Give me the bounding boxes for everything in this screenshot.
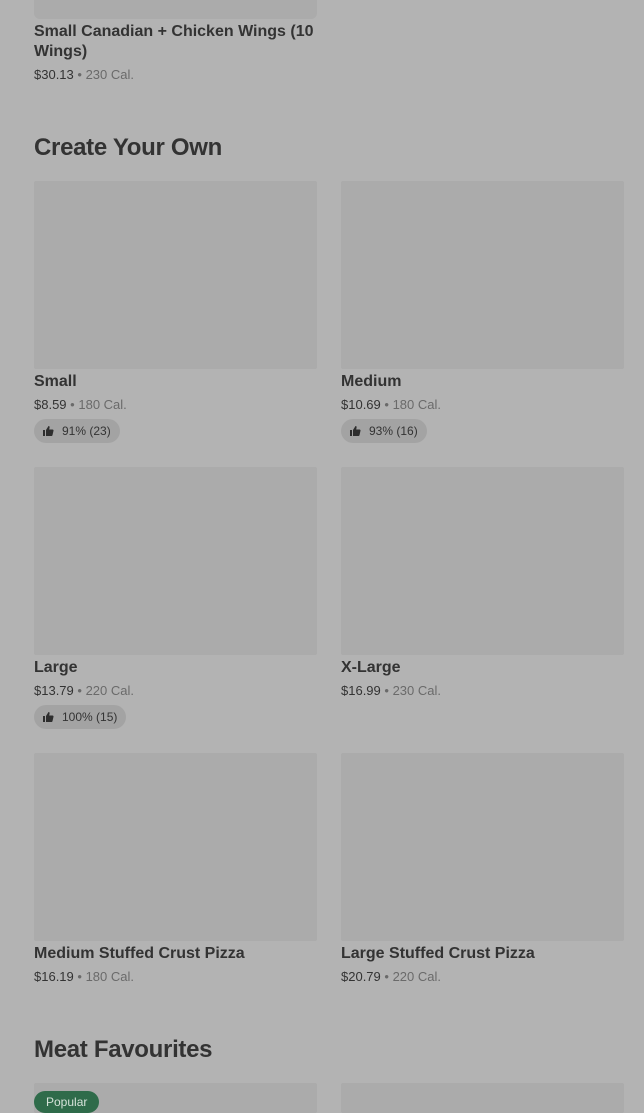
item-price: $30.13 (34, 67, 74, 82)
item-image[interactable] (34, 467, 317, 655)
separator: • (384, 683, 389, 698)
item-name[interactable]: Medium Stuffed Crust Pizza (34, 944, 245, 964)
item-image[interactable] (34, 753, 317, 941)
item-name[interactable]: Large Stuffed Crust Pizza (341, 944, 535, 964)
item-calories: 230 Cal. (85, 67, 134, 82)
item-calories: 230 Cal. (392, 683, 441, 698)
separator: • (70, 397, 75, 412)
separator: • (384, 397, 389, 412)
rating-badge: 91% (23) (34, 419, 120, 443)
item-meta: $8.59 • 180 Cal. (34, 397, 127, 413)
item-name[interactable]: Small (34, 372, 77, 392)
item-image[interactable] (341, 467, 624, 655)
rating-text: 91% (23) (62, 424, 111, 438)
item-price: $10.69 (341, 397, 381, 412)
item-image[interactable] (34, 181, 317, 369)
item-meta: $13.79 • 220 Cal. (34, 683, 134, 699)
item-calories: 220 Cal. (85, 683, 134, 698)
thumbs-up-icon (350, 426, 361, 436)
rating-text: 93% (16) (369, 424, 418, 438)
thumbs-up-icon (43, 426, 54, 436)
section-title: Create Your Own (34, 134, 222, 161)
separator: • (384, 969, 389, 984)
item-price: $16.99 (341, 683, 381, 698)
item-name[interactable]: X-Large (341, 658, 401, 678)
item-meta: $20.79 • 220 Cal. (341, 969, 441, 985)
item-meta: $16.99 • 230 Cal. (341, 683, 441, 699)
item-image[interactable] (34, 0, 317, 19)
separator: • (77, 969, 82, 984)
rating-text: 100% (15) (62, 710, 118, 724)
item-calories: 220 Cal. (392, 969, 441, 984)
item-image[interactable] (341, 1083, 624, 1113)
menu-page: Small Canadian + Chicken Wings (10 Wings… (0, 0, 644, 1113)
rating-badge: 100% (15) (34, 705, 127, 729)
separator: • (77, 67, 82, 82)
item-image[interactable] (341, 753, 624, 941)
item-meta: $30.13 • 230 Cal. (34, 67, 134, 83)
item-price: $20.79 (341, 969, 381, 984)
item-name[interactable]: Large (34, 658, 78, 678)
item-name[interactable]: Medium (341, 372, 401, 392)
item-price: $13.79 (34, 683, 74, 698)
separator: • (77, 683, 82, 698)
section-title: Meat Favourites (34, 1036, 213, 1063)
item-price: $16.19 (34, 969, 74, 984)
item-image[interactable] (341, 181, 624, 369)
item-meta: $16.19 • 180 Cal. (34, 969, 134, 985)
thumbs-up-icon (43, 712, 54, 722)
item-calories: 180 Cal. (85, 969, 134, 984)
item-calories: 180 Cal. (392, 397, 441, 412)
item-meta: $10.69 • 180 Cal. (341, 397, 441, 413)
item-name[interactable]: Small Canadian + Chicken Wings (10 Wings… (34, 22, 324, 62)
popular-badge: Popular (34, 1091, 100, 1113)
item-calories: 180 Cal. (78, 397, 127, 412)
rating-badge: 93% (16) (341, 419, 427, 443)
item-price: $8.59 (34, 397, 67, 412)
